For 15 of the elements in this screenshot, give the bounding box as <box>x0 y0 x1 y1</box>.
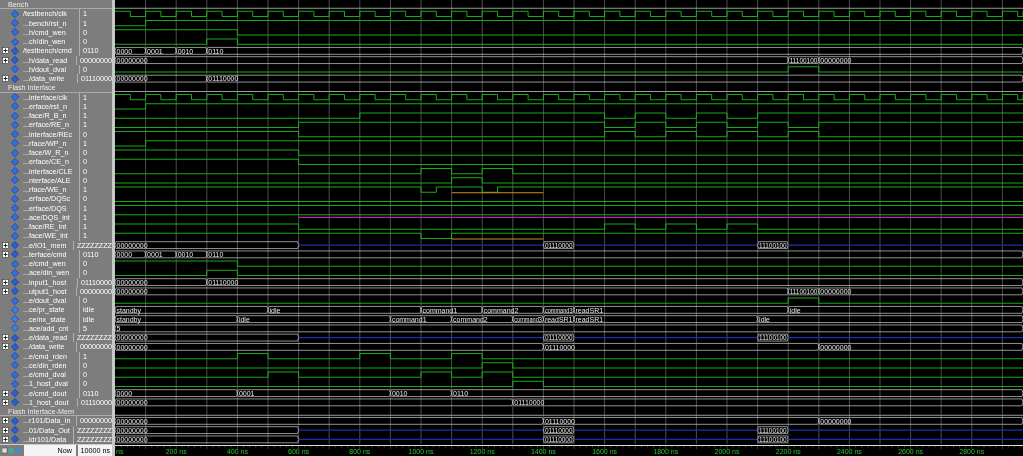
expand-toggle[interactable] <box>2 417 9 425</box>
toolbar-icons[interactable] <box>2 447 20 454</box>
expand-toggle[interactable] <box>2 47 9 55</box>
expand-toggle[interactable] <box>2 56 9 64</box>
expand-toggle[interactable] <box>2 241 9 249</box>
expand-toggle[interactable] <box>2 75 9 83</box>
expand-toggle[interactable] <box>2 287 9 295</box>
expand-toggle[interactable] <box>2 250 9 258</box>
expand-toggle[interactable] <box>2 278 9 286</box>
expand-toggle[interactable] <box>2 435 9 443</box>
expand-toggle[interactable] <box>2 389 9 397</box>
expand-toggle[interactable] <box>2 334 9 342</box>
expand-toggle[interactable] <box>2 426 9 434</box>
expand-toggle[interactable] <box>2 398 9 406</box>
expand-toggle[interactable] <box>2 343 9 351</box>
